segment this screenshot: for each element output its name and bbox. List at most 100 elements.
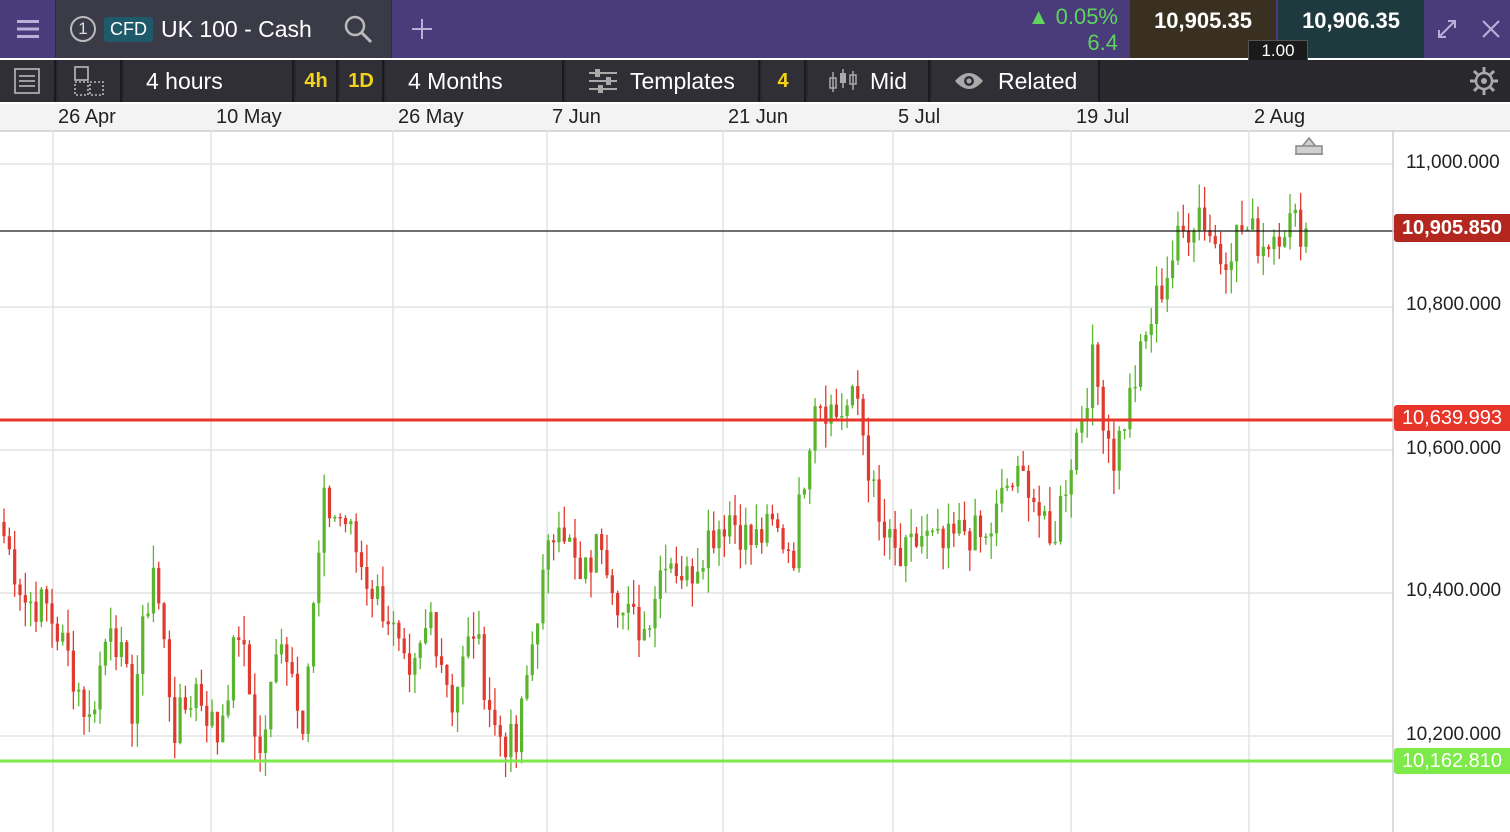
candle-body — [674, 563, 678, 576]
close-button[interactable] — [1470, 0, 1510, 58]
candle-body — [237, 637, 241, 640]
candle-body — [818, 406, 823, 408]
candle-body — [205, 705, 209, 726]
candle-body — [125, 642, 129, 665]
candle-body — [770, 513, 774, 520]
candle-body — [162, 603, 166, 640]
candle-body — [1261, 246, 1265, 257]
candle-body — [130, 664, 134, 724]
candle-body — [215, 711, 220, 743]
candle-body — [77, 689, 81, 692]
candle-body — [802, 489, 807, 495]
chart-toolbar: 4 hours 4h 1D 4 Months Templates 4 Mid R… — [0, 60, 1510, 102]
candle-body — [1187, 230, 1191, 243]
price-change: ▲ 0.05% 6.4 — [1028, 4, 1118, 56]
templates-button[interactable]: Templates — [566, 60, 760, 102]
price-axis-label: 10,200.000 — [1406, 724, 1502, 745]
candle-body — [637, 606, 641, 641]
candle-body — [632, 603, 636, 607]
candle-body — [792, 550, 796, 569]
chart-list-button[interactable] — [0, 60, 56, 102]
candle-body — [904, 537, 908, 567]
candle-body — [1240, 225, 1244, 231]
related-button[interactable]: Related — [932, 60, 1100, 102]
candle-body — [808, 450, 812, 490]
expand-icon — [1438, 20, 1456, 38]
candle-body — [1165, 277, 1169, 300]
candle-body — [616, 593, 620, 616]
candle-body — [781, 528, 785, 550]
search-icon[interactable] — [343, 14, 373, 44]
candle-body — [413, 657, 417, 675]
candle-body — [199, 683, 204, 706]
layout-button[interactable] — [58, 60, 122, 102]
candle-body — [359, 552, 364, 568]
candle-body — [1299, 209, 1303, 247]
candle-body — [1277, 236, 1281, 247]
templates-label: Templates — [630, 67, 735, 94]
current-price-tag: 10,905.850 — [1394, 214, 1510, 242]
candle-body — [1256, 218, 1260, 257]
plus-icon — [412, 19, 432, 39]
candle-body — [1117, 430, 1121, 471]
candle-body — [82, 689, 86, 717]
candle-body — [568, 537, 572, 542]
candle-body — [1005, 485, 1009, 488]
candle-body — [541, 569, 545, 624]
candle-body — [23, 595, 27, 603]
instrument-selector[interactable]: 1 CFD UK 100 - Cash — [56, 0, 392, 58]
resistance-price-tag[interactable]: 10,639.993 — [1394, 405, 1510, 431]
candle-body — [333, 516, 337, 519]
candle-body — [519, 698, 524, 753]
candle-body — [183, 697, 188, 710]
change-points: 6.4 — [1087, 30, 1118, 55]
settings-button[interactable] — [1458, 60, 1510, 102]
candle-body — [861, 398, 865, 436]
candle-body — [1192, 230, 1196, 243]
support-price-tag[interactable]: 10,162.810 — [1394, 748, 1510, 774]
candle-body — [530, 644, 534, 676]
price-axis-label: 10,600.000 — [1406, 438, 1502, 459]
add-instrument-button[interactable] — [404, 0, 440, 58]
candle-body — [178, 697, 182, 743]
candle-body — [978, 515, 983, 538]
candle-body — [1010, 485, 1015, 488]
interval-4h-button[interactable]: 4h — [296, 60, 338, 102]
templates-count[interactable]: 4 — [762, 60, 806, 102]
candle-body — [1267, 246, 1271, 250]
candle-body — [258, 736, 262, 754]
price-type-button[interactable]: Mid — [808, 60, 930, 102]
candle-body — [605, 550, 609, 576]
candle-body — [696, 571, 700, 584]
candle-body — [562, 527, 566, 542]
interval-dropdown[interactable]: 4 hours — [124, 60, 294, 102]
candle-body — [1181, 225, 1185, 231]
candle-body — [487, 699, 492, 710]
interval-1d-button[interactable]: 1D — [340, 60, 384, 102]
candle-body — [87, 714, 91, 717]
candle-body — [1229, 261, 1233, 271]
candle-body — [1293, 209, 1297, 214]
candle-body — [226, 700, 230, 716]
expand-button[interactable] — [1426, 0, 1468, 58]
candle-body — [1064, 494, 1068, 497]
candle-body — [578, 557, 582, 579]
candle-body — [167, 639, 172, 698]
candle-body — [135, 674, 140, 724]
candle-body — [503, 736, 508, 758]
candle-body — [210, 711, 214, 726]
range-dropdown[interactable]: 4 Months — [386, 60, 564, 102]
time-axis-label: 19 Jul — [1076, 106, 1130, 128]
candle-body — [621, 612, 625, 616]
candle-body — [914, 533, 919, 547]
menu-button[interactable] — [0, 0, 56, 58]
price-chart[interactable]: 11,000.000 10,800.000 10,600.000 10,400.… — [0, 130, 1510, 832]
candle-body — [98, 665, 102, 710]
candle-body — [1037, 502, 1041, 516]
candle-body — [930, 530, 935, 533]
chart-canvas[interactable] — [0, 130, 1510, 832]
candle-body — [338, 516, 342, 519]
candle-body — [1074, 432, 1079, 471]
hamburger-menu-icon — [16, 20, 39, 38]
candle-body — [776, 519, 780, 529]
